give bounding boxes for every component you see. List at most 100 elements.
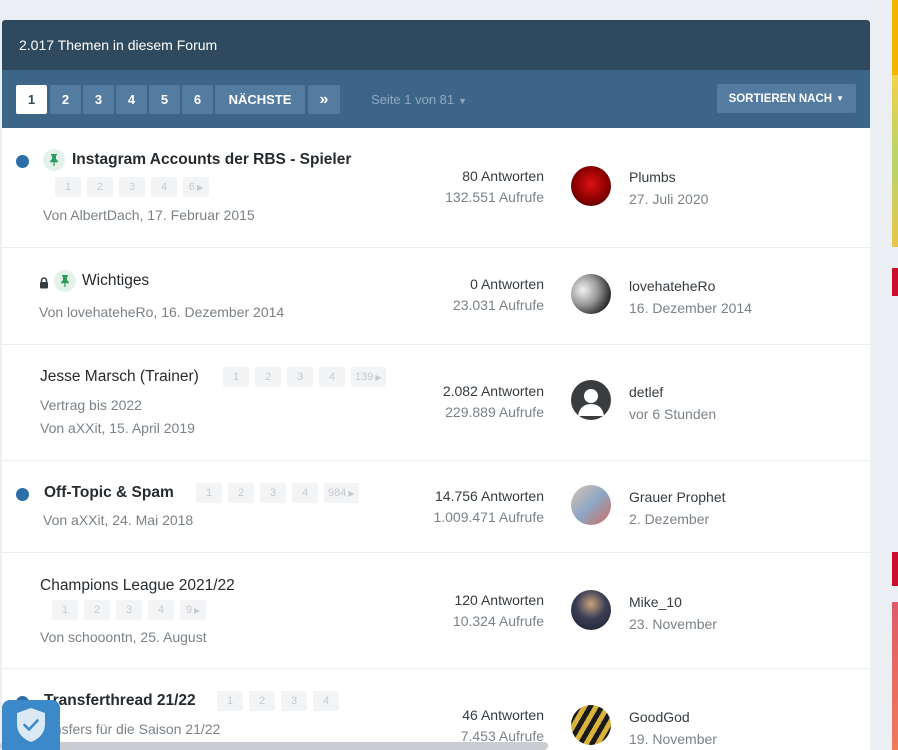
- avatar[interactable]: [571, 274, 611, 314]
- topic-page-links: 1 2 3 4 139 ▶: [223, 367, 386, 387]
- topic-page-link[interactable]: 1: [196, 483, 222, 503]
- caret-down-icon: ▼: [836, 94, 844, 103]
- sidebar-widget-edge: [892, 75, 898, 247]
- topic-page-link[interactable]: 1: [52, 600, 78, 620]
- sidebar-widget-edge: [892, 268, 898, 296]
- default-user-icon: [578, 389, 604, 416]
- topic-page-link[interactable]: 2: [255, 367, 281, 387]
- avatar[interactable]: [571, 590, 611, 630]
- topic-row[interactable]: Jesse Marsch (Trainer) 1 2 3 4 139 ▶ Vert…: [2, 345, 870, 461]
- topic-page-link[interactable]: 3: [260, 483, 286, 503]
- topic-page-link[interactable]: 4: [313, 691, 339, 711]
- view-count: 23.031 Aufrufe: [452, 297, 544, 313]
- topic-title-link[interactable]: Transferthread 21/22: [44, 692, 196, 710]
- reply-count: 2.082 Antworten: [442, 383, 544, 399]
- topic-page-link[interactable]: 4: [292, 483, 318, 503]
- topic-byline: Von AlbertDach, 17. Februar 2015: [43, 207, 255, 223]
- page-3-button[interactable]: 3: [83, 85, 114, 114]
- topic-stats: 0 Antworten 23.031 Aufrufe: [453, 276, 544, 313]
- topic-title-link[interactable]: Wichtiges: [82, 272, 149, 290]
- unread-indicator[interactable]: [16, 488, 29, 501]
- avatar[interactable]: [571, 380, 611, 420]
- topic-byline: Von schooontn, 25. August: [40, 629, 207, 645]
- topic-last-page-link[interactable]: 6 ▶: [183, 177, 209, 197]
- page-1-button[interactable]: 1: [16, 85, 47, 114]
- last-poster-link[interactable]: Mike_10: [629, 594, 682, 610]
- topic-page-link[interactable]: 3: [116, 600, 142, 620]
- topic-page-link[interactable]: 1: [223, 367, 249, 387]
- topic-page-link[interactable]: 2: [87, 177, 113, 197]
- page-5-button[interactable]: 5: [149, 85, 180, 114]
- last-poster-link[interactable]: lovehateheRo: [629, 278, 715, 294]
- avatar[interactable]: [571, 485, 611, 525]
- pin-icon: [43, 149, 65, 171]
- topic-title-link[interactable]: Instagram Accounts der RBS - Spieler: [72, 151, 351, 169]
- double-chevron-right-icon: »: [319, 90, 329, 108]
- topic-page-link[interactable]: 3: [119, 177, 145, 197]
- caret-down-icon: ▼: [458, 96, 468, 106]
- topic-last-page-link[interactable]: 9 ▶: [180, 600, 206, 620]
- topic-row[interactable]: Off-Topic & Spam 1 2 3 4 984 ▶ Von aXXit,…: [2, 461, 870, 553]
- avatar[interactable]: [571, 166, 611, 206]
- last-post-date[interactable]: 16. Dezember 2014: [629, 300, 752, 316]
- last-post-date[interactable]: 27. Juli 2020: [629, 191, 708, 207]
- view-count: 229.889 Aufrufe: [445, 404, 544, 420]
- topic-page-link[interactable]: 1: [55, 177, 81, 197]
- topic-last-page-link[interactable]: 139 ▶: [351, 367, 386, 387]
- chevron-right-icon: ▶: [375, 372, 382, 382]
- topic-row[interactable]: Champions League 2021/22 1 2 3 4 9 ▶ Von …: [2, 553, 870, 669]
- topic-page-link[interactable]: 3: [287, 367, 313, 387]
- last-post-date[interactable]: 23. November: [629, 616, 717, 632]
- next-page-button[interactable]: NÄCHSTE: [215, 85, 305, 114]
- topic-page-link[interactable]: 2: [228, 483, 254, 503]
- last-poster-link[interactable]: Plumbs: [629, 169, 676, 185]
- topic-page-link[interactable]: 4: [148, 600, 174, 620]
- last-post-date[interactable]: 2. Dezember: [629, 511, 709, 527]
- reply-count: 0 Antworten: [470, 276, 544, 292]
- sidebar-widget-edge: [892, 602, 898, 750]
- last-poster-link[interactable]: Grauer Prophet: [629, 489, 726, 505]
- topic-row[interactable]: Instagram Accounts der RBS - Spieler 1 2…: [2, 128, 870, 248]
- unread-indicator[interactable]: [16, 155, 29, 168]
- topic-page-link[interactable]: 2: [84, 600, 110, 620]
- topic-page-links: 1 2 3 4 9 ▶: [52, 600, 206, 620]
- sort-by-button[interactable]: SORTIEREN NACH ▼: [716, 84, 856, 113]
- topic-row[interactable]: Wichtiges Von lovehateheRo, 16. Dezember…: [2, 248, 870, 345]
- last-poster-link[interactable]: GoodGod: [629, 709, 690, 725]
- sidebar-widget-edge: [892, 0, 898, 75]
- view-count: 10.324 Aufrufe: [452, 613, 544, 629]
- topic-page-link[interactable]: 1: [217, 691, 243, 711]
- topic-page-link[interactable]: 4: [151, 177, 177, 197]
- topic-stats: 46 Antworten 7.453 Aufrufe: [461, 707, 544, 744]
- topic-byline: Von lovehateheRo, 16. Dezember 2014: [39, 304, 285, 320]
- horizontal-scrollbar[interactable]: [0, 742, 548, 750]
- topic-page-links: 1 2 3 4 6 ▶: [55, 177, 209, 197]
- reply-count: 14.756 Antworten: [435, 488, 544, 504]
- last-page-button[interactable]: »: [308, 85, 340, 114]
- topic-row[interactable]: Transferthread 21/22 1 2 3 4 ansfers für…: [2, 669, 870, 750]
- topic-title-link[interactable]: Jesse Marsch (Trainer): [40, 368, 199, 386]
- page-4-button[interactable]: 4: [116, 85, 147, 114]
- last-post-date[interactable]: 19. November: [629, 731, 717, 747]
- topic-stats: 80 Antworten 132.551 Aufrufe: [445, 168, 544, 205]
- topic-page-link[interactable]: 4: [319, 367, 345, 387]
- chevron-right-icon: ▶: [348, 488, 355, 498]
- topic-title-link[interactable]: Off-Topic & Spam: [44, 484, 174, 502]
- topic-page-link[interactable]: 2: [249, 691, 275, 711]
- avatar[interactable]: [571, 705, 611, 745]
- topic-title-link[interactable]: Champions League 2021/22: [40, 577, 235, 595]
- last-poster-link[interactable]: detlef: [629, 384, 663, 400]
- topic-page-link[interactable]: 3: [281, 691, 307, 711]
- topic-last-page-link[interactable]: 984 ▶: [324, 483, 359, 503]
- page-jump-dropdown[interactable]: Seite 1 von 81 ▼: [371, 92, 467, 107]
- topic-stats: 120 Antworten 10.324 Aufrufe: [453, 592, 544, 629]
- privacy-shield-button[interactable]: [2, 700, 60, 750]
- page-2-button[interactable]: 2: [50, 85, 81, 114]
- last-post-date[interactable]: vor 6 Stunden: [629, 406, 716, 422]
- topic-list-panel: 2.017 Themen in diesem Forum 1 2 3 4 5 6…: [2, 20, 870, 750]
- view-count: 1.009.471 Aufrufe: [433, 509, 544, 525]
- page-6-button[interactable]: 6: [182, 85, 213, 114]
- pagination-bar: 1 2 3 4 5 6 NÄCHSTE » Seite 1 von 81 ▼ SO…: [2, 70, 870, 128]
- page-info-label: Seite 1 von 81: [371, 92, 455, 107]
- topic-count-title: 2.017 Themen in diesem Forum: [19, 37, 218, 53]
